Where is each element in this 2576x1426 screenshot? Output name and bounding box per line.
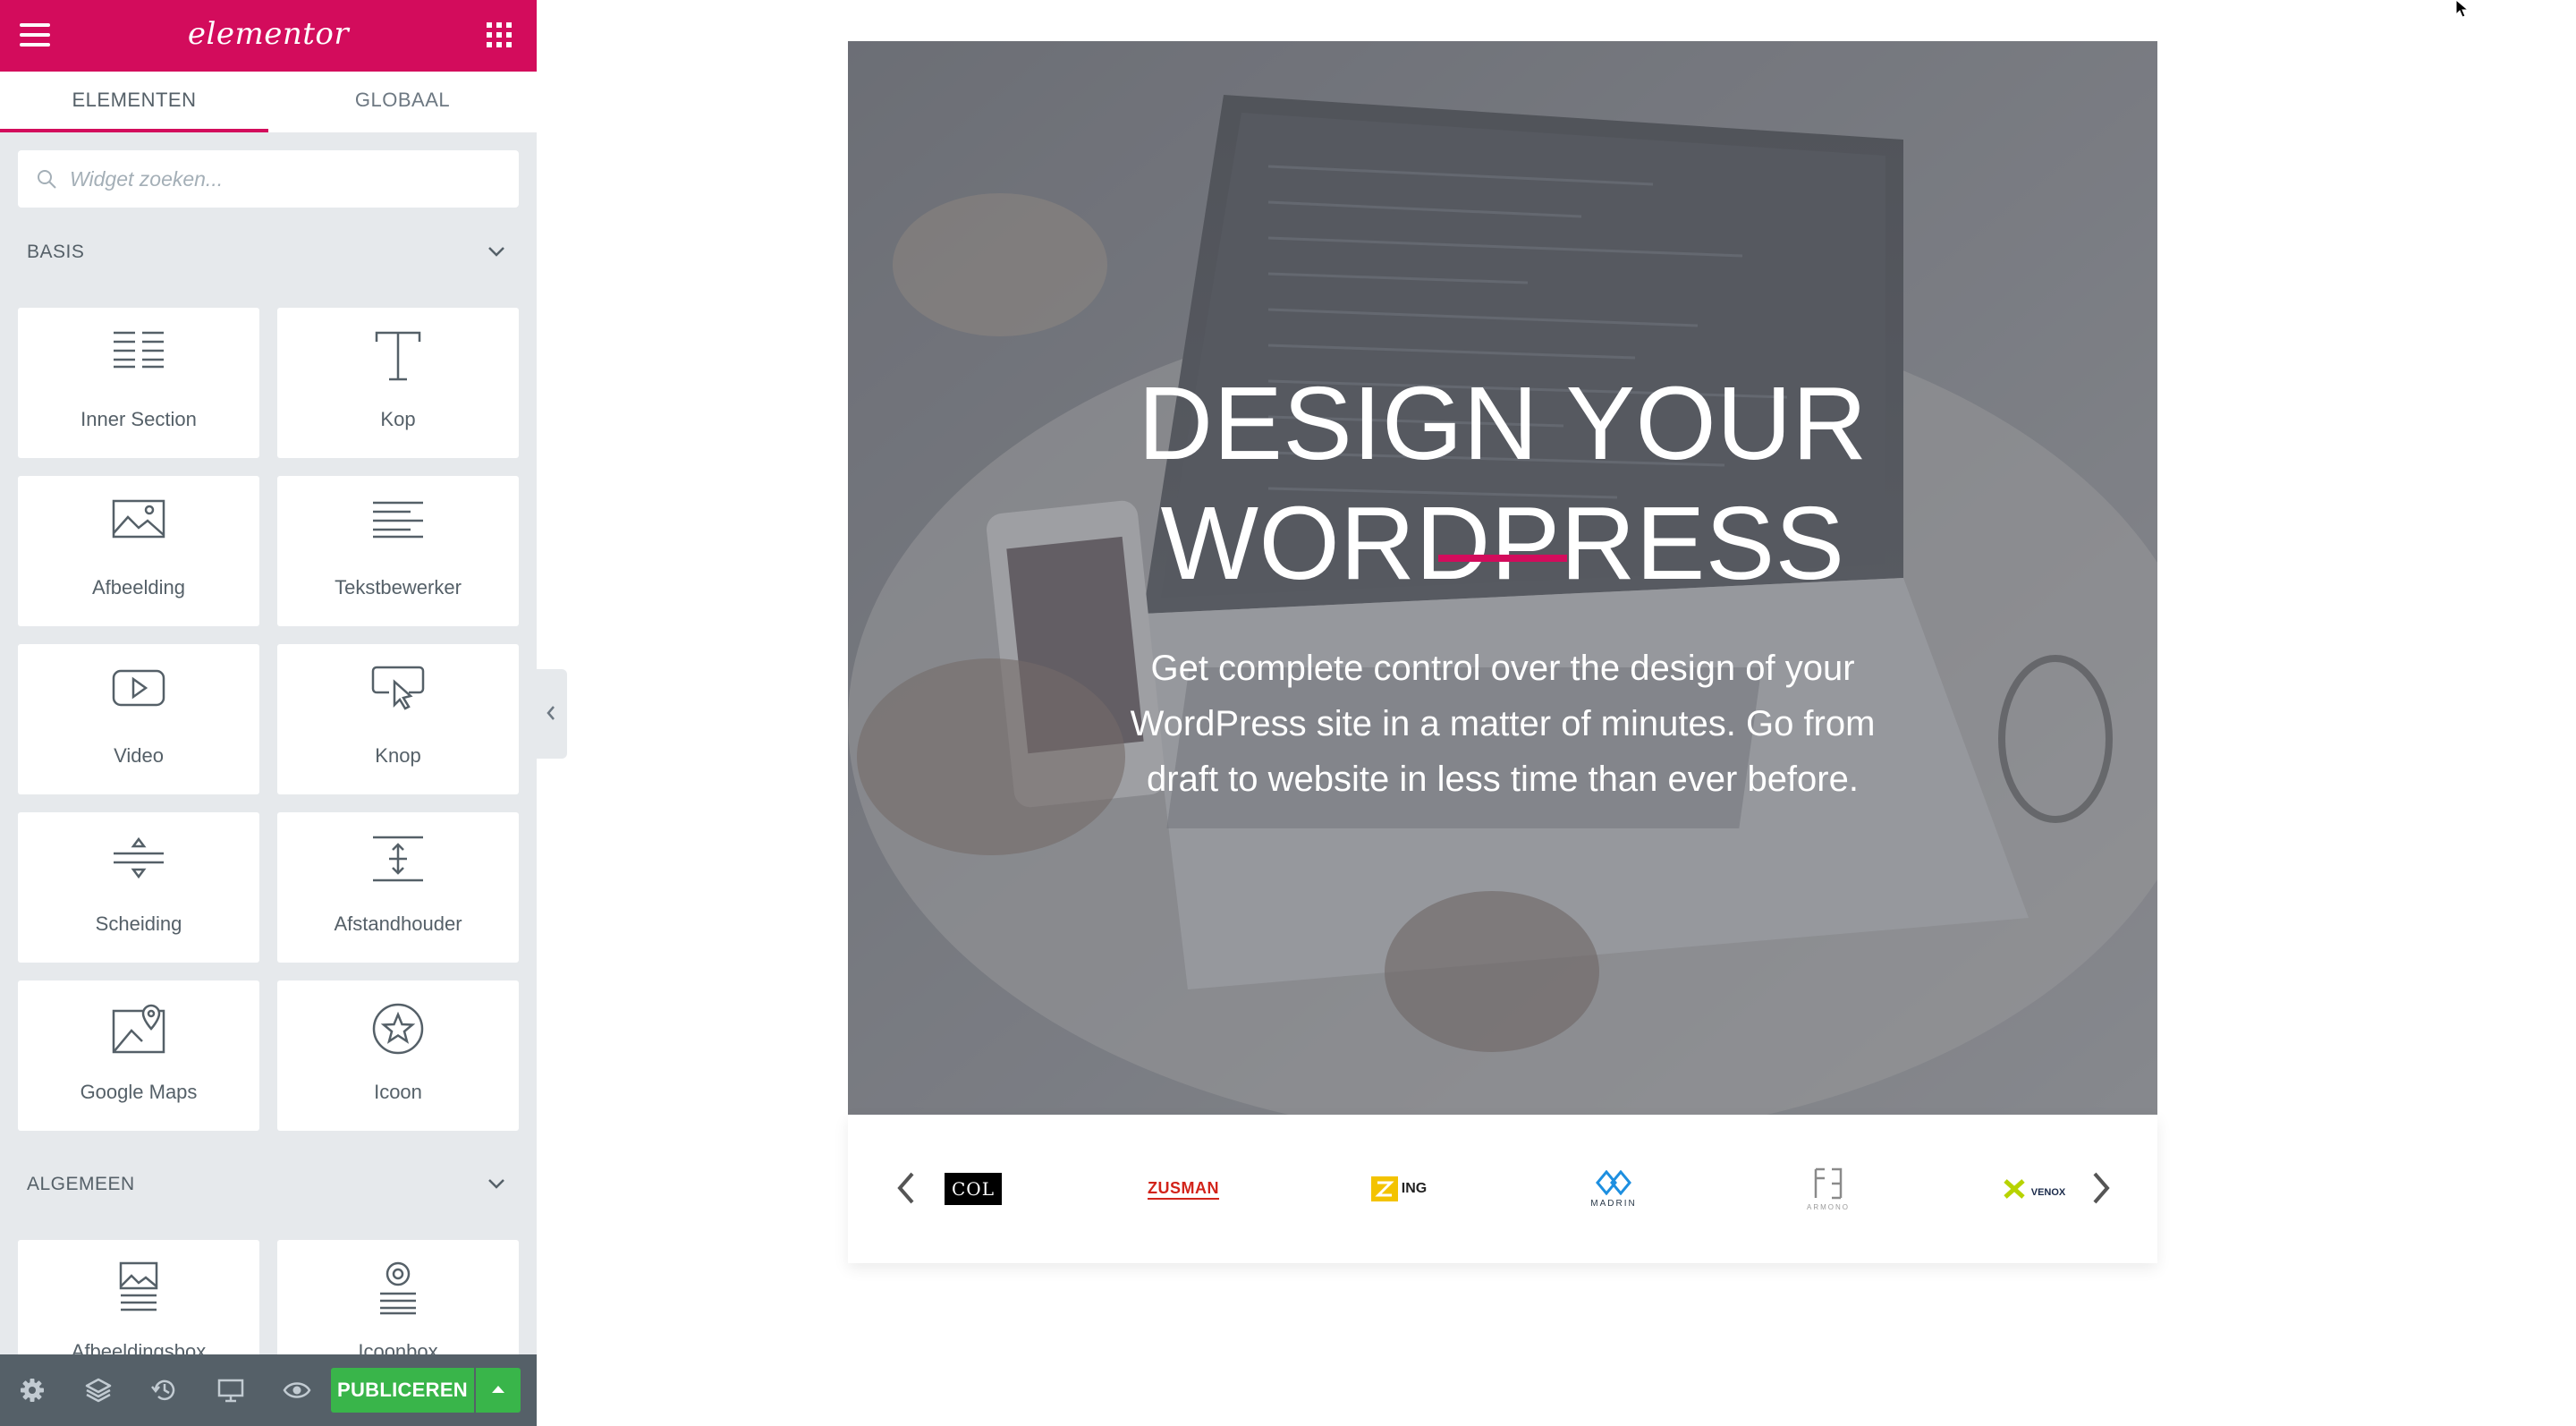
elementor-logo: elementor <box>187 16 350 52</box>
widget-google-maps[interactable]: Google Maps <box>18 980 259 1131</box>
panel-header: elementor <box>0 0 537 72</box>
brand-name: ARMONO <box>1807 1202 1850 1211</box>
chevron-down-icon[interactable] <box>487 1177 506 1190</box>
logo-carousel[interactable]: COL ZUSMAN ING MADRIN ARMONO VENOX <box>848 1115 2157 1263</box>
widget-label: Icoon <box>374 1081 422 1103</box>
brand-name: COL <box>945 1173 1002 1205</box>
heading-icon <box>375 331 421 381</box>
section-title-basis: BASIS <box>27 242 85 262</box>
venox-mark-icon <box>2004 1179 2025 1199</box>
widget-tekstbewerker[interactable]: Tekstbewerker <box>277 476 519 626</box>
publish-button[interactable]: PUBLICEREN <box>331 1368 474 1413</box>
widget-label: Knop <box>375 744 421 767</box>
brand-logo-madrin: MADRIN <box>1578 1158 1649 1220</box>
star-icon <box>372 1003 424 1055</box>
widget-kop[interactable]: Kop <box>277 308 519 458</box>
button-icon <box>371 666 425 710</box>
chevron-left-icon[interactable] <box>893 1168 919 1208</box>
widget-search <box>18 150 519 208</box>
tab-globaal[interactable]: GLOBAAL <box>268 72 537 132</box>
widget-scheiding[interactable]: Scheiding <box>18 812 259 963</box>
navigator-icon[interactable] <box>84 1376 113 1405</box>
chevron-right-icon[interactable] <box>2088 1168 2114 1208</box>
brand-name: VENOX <box>2030 1187 2066 1198</box>
widget-inner-section[interactable]: Inner Section <box>18 308 259 458</box>
text-editor-icon <box>373 501 423 539</box>
widget-label: Google Maps <box>80 1081 198 1103</box>
hero-text[interactable]: Get complete control over the design of … <box>1109 641 1896 807</box>
widget-label: Video <box>114 744 164 767</box>
widget-label: Inner Section <box>80 408 197 430</box>
brand-logo-col: COL <box>941 1158 1005 1220</box>
map-icon <box>112 1004 165 1054</box>
inner-section-icon <box>114 331 164 369</box>
brand-logo-ing: ING <box>1365 1158 1433 1220</box>
chevron-down-icon[interactable] <box>487 245 506 258</box>
armono-mark-icon <box>1814 1167 1843 1199</box>
brand-logo-zusman: ZUSMAN <box>1148 1158 1219 1220</box>
publish-options-caret-icon[interactable] <box>476 1368 521 1413</box>
widget-knop[interactable]: Knop <box>277 644 519 794</box>
madrin-mark-icon <box>1596 1169 1631 1195</box>
mouse-cursor-icon <box>2455 0 2470 18</box>
tab-elementen[interactable]: ELEMENTEN <box>0 72 268 132</box>
brand-name: ZUSMAN <box>1148 1179 1219 1200</box>
video-icon <box>112 669 165 707</box>
widget-label: Tekstbewerker <box>335 576 462 598</box>
widget-afstandhouder[interactable]: Afstandhouder <box>277 812 519 963</box>
history-icon[interactable] <box>150 1376 179 1405</box>
widget-label: Kop <box>380 408 416 430</box>
widget-label: Scheiding <box>95 912 182 935</box>
panel-collapse-handle[interactable] <box>537 669 567 759</box>
search-input[interactable] <box>70 150 508 208</box>
widget-afbeelding[interactable]: Afbeelding <box>18 476 259 626</box>
spacer-icon <box>373 836 423 882</box>
panel-tabs: ELEMENTEN GLOBAAL <box>0 72 537 132</box>
section-title-algemeen: ALGEMEEN <box>27 1174 135 1194</box>
settings-icon[interactable] <box>18 1376 47 1405</box>
ing-mark-icon <box>1370 1176 1398 1201</box>
widget-label: Afbeelding <box>92 576 185 598</box>
responsive-icon[interactable] <box>216 1376 245 1405</box>
hero-section[interactable]: DESIGN YOUR WORDPRESS Get complete contr… <box>848 41 2157 1115</box>
hero-heading[interactable]: DESIGN YOUR WORDPRESS <box>848 363 2157 603</box>
brand-name: MADRIN <box>1590 1198 1637 1209</box>
chevron-left-icon <box>547 706 555 720</box>
brand-name: ING <box>1401 1181 1428 1196</box>
image-icon <box>112 499 165 539</box>
widget-label: Afstandhouder <box>334 912 462 935</box>
widget-video[interactable]: Video <box>18 644 259 794</box>
preview-icon[interactable] <box>283 1376 311 1405</box>
search-icon <box>38 170 56 189</box>
brand-logo-armono: ARMONO <box>1801 1158 1855 1220</box>
icon-box-icon <box>380 1261 416 1315</box>
image-box-icon <box>119 1261 158 1311</box>
divider-icon <box>114 836 164 879</box>
panel-footer: PUBLICEREN <box>0 1354 537 1426</box>
widget-icoon[interactable]: Icoon <box>277 980 519 1131</box>
grid-icon[interactable] <box>487 22 512 47</box>
brand-logo-venox: VENOX <box>1998 1158 2070 1220</box>
elementor-panel: elementor ELEMENTEN GLOBAAL BASIS <box>0 0 537 1426</box>
hero-divider <box>1438 555 1567 562</box>
